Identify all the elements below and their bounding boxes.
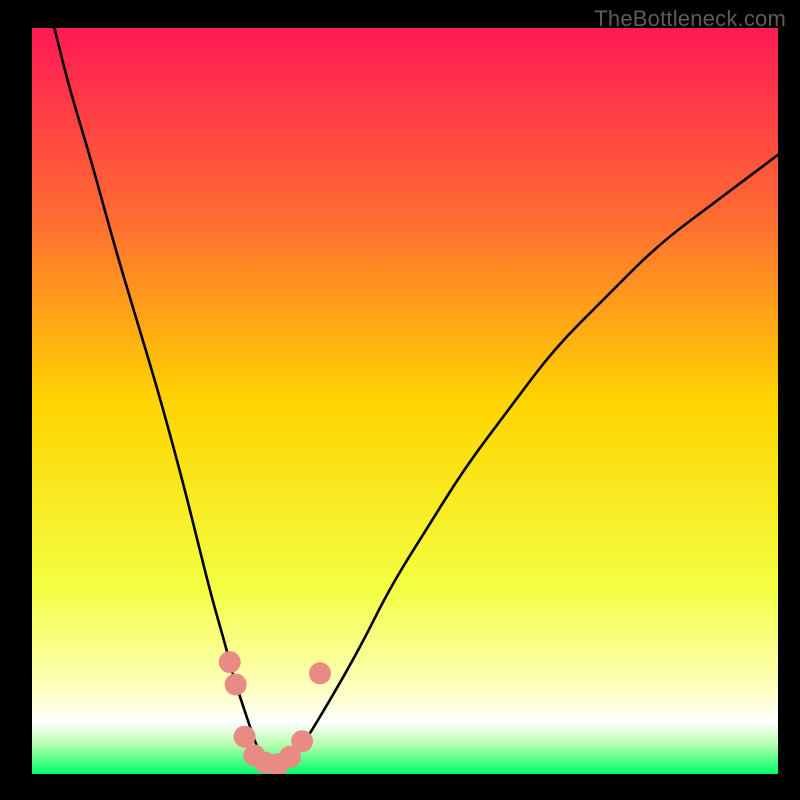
data-marker [291,730,313,752]
chart-plot-area [32,28,778,774]
chart-svg [32,28,778,774]
data-marker [234,726,256,748]
watermark-text: TheBottleneck.com [594,6,786,32]
data-marker [219,651,241,673]
chart-background-gradient [32,28,778,774]
data-marker [309,662,331,684]
data-marker [225,674,247,696]
